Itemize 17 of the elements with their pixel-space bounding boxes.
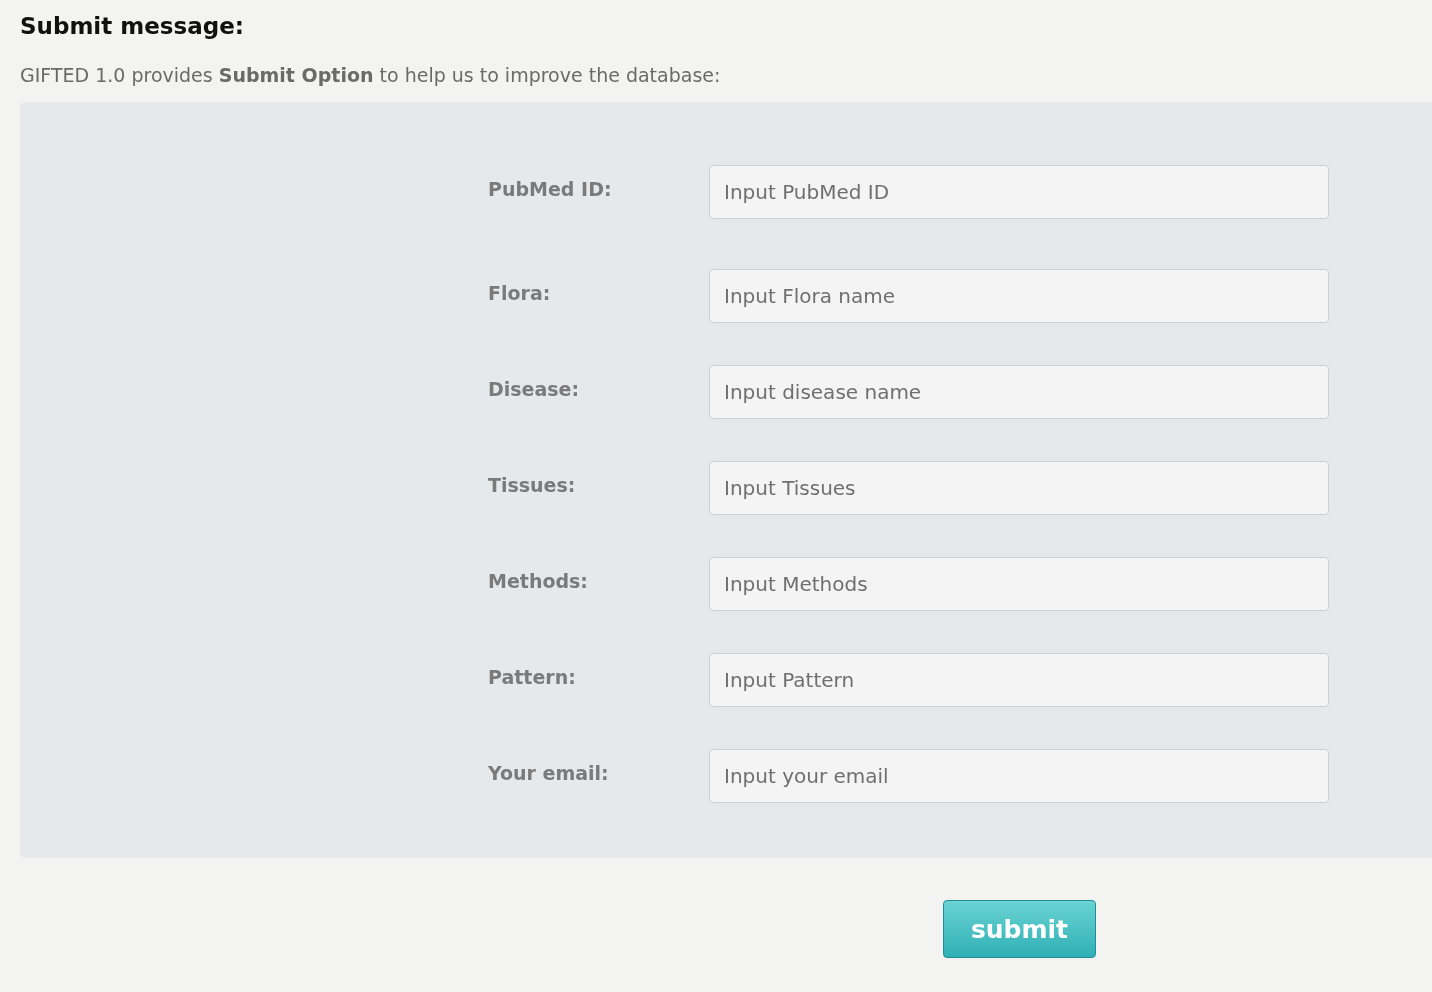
field-label: Methods: [488, 570, 589, 592]
field-label: Your email: [488, 762, 610, 784]
form-title: Submit message: [20, 12, 245, 41]
field-label: PubMed ID: [488, 178, 613, 200]
intro-text: GIFTED 1.0 provides Submit Option to help us to improve the database: [20, 63, 722, 88]
field-label: Pattern: [488, 666, 577, 688]
field-label: Tissues: [488, 474, 577, 496]
input-field[interactable]: Input Flora name [709, 269, 1329, 323]
input-field[interactable]: Input your email [709, 749, 1329, 803]
input-field[interactable]: Input PubMed ID [709, 165, 1329, 219]
submit-button[interactable]: submit [943, 900, 1096, 958]
field-label: Disease: [488, 378, 581, 400]
input-field[interactable]: Input disease name [709, 365, 1329, 419]
input-field[interactable]: Input Methods [709, 557, 1329, 611]
input-field[interactable]: Input Tissues [709, 461, 1329, 515]
input-field[interactable]: Input Pattern [709, 653, 1329, 707]
field-label: Flora: [488, 282, 552, 304]
